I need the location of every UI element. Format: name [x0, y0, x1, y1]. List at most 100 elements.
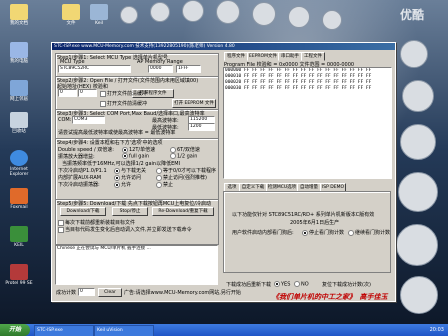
- radio-osc-allow[interactable]: 允许: [114, 181, 131, 188]
- clear-buffer-check-2[interactable]: 打开文件前清缓冲: [100, 100, 147, 107]
- video-overlay-text: 《我们单片机的中工之家》 高手佳玉: [272, 293, 388, 301]
- ad-text[interactable]: 广告:请选择www.MCU-Memory.com网站,另行开始: [124, 289, 241, 296]
- background-disc: [150, 2, 170, 22]
- radio-no[interactable]: NO: [294, 281, 309, 288]
- range-end-field[interactable]: 1FFF: [176, 65, 201, 73]
- range-start-field[interactable]: 0000: [148, 65, 173, 73]
- radio-p10-zero[interactable]: 等于0/0才可以下载程序: [156, 167, 216, 174]
- desktop-icon-keil[interactable]: KEIL: [4, 226, 34, 248]
- clear-button[interactable]: Clear: [98, 288, 122, 297]
- baud-note: 请尝试提高最低波特率或使最高波特率 = 最低波特率: [58, 130, 176, 136]
- keil-icon: [10, 226, 28, 242]
- background-disc: [398, 172, 438, 212]
- oscillator-label: 下次冷启动振荡器:: [58, 182, 100, 188]
- documents-folder-icon: [10, 4, 28, 20]
- reset-count-label: 复位下载成功计数(次): [322, 282, 371, 288]
- clock: 20:03: [429, 327, 444, 333]
- radio-aux-allow[interactable]: 允许访问: [114, 174, 141, 181]
- stc-isp-window: STC-ISP.exe www.MCU-Memory.com 技术支持(1392…: [51, 42, 396, 302]
- clock-gain-label: 振荡放大器增益:: [58, 154, 95, 160]
- step5-heading: Step5/步骤5: Download/下载 先点下载按钮再MCU上电复位/冷启…: [57, 201, 211, 207]
- radio-p10-any[interactable]: 与下载无关: [114, 167, 146, 174]
- background-disc: [400, 40, 428, 68]
- p10-label: 下次冷启动P1.0/P1.1: [58, 168, 107, 174]
- background-disc: [400, 276, 438, 314]
- tab-project-file[interactable]: 工程文件: [301, 52, 325, 61]
- clear-buffer-check-1[interactable]: 打开文件前清缓冲: [100, 90, 147, 97]
- taskbar: 开始 STC-ISP.exe Keil uVision 20:03: [0, 324, 448, 336]
- tab-program-file[interactable]: 程序文件: [224, 52, 248, 61]
- computer-icon: [10, 42, 28, 58]
- adv-line1: 以下功能仅针对 STC89C51RC/RD+ 系列单片机新版本C版有效: [232, 212, 375, 218]
- auto-send-check[interactable]: 当目标代码发生变化后自动调入文件,并立即发送下载命令: [58, 226, 192, 233]
- desktop-icon-my-documents[interactable]: 我的文档: [4, 4, 34, 26]
- log-line: Chinese 正在尝试与 MCU/单片机 握手连接 ...: [57, 246, 151, 251]
- desktop-icon-protel[interactable]: Protel 99 SE: [4, 264, 34, 286]
- desktop-icon-ie[interactable]: Internet Explorer: [4, 150, 34, 177]
- radio-osc-deny[interactable]: 禁止: [156, 181, 173, 188]
- background-disc: [402, 80, 434, 112]
- radio-wdt-continue[interactable]: 继续看门狗计数: [348, 229, 390, 236]
- background-disc: [182, 0, 204, 22]
- stop-button[interactable]: Stop/停止: [112, 207, 148, 216]
- adv-line2: 2005年6月1日后生产: [290, 220, 340, 226]
- double-speed-label: Double speed / 双倍速:: [58, 147, 114, 153]
- background-disc: [216, 0, 240, 24]
- internet-explorer-icon: [10, 150, 28, 166]
- download-button[interactable]: Download/下载: [60, 207, 106, 216]
- network-icon: [10, 80, 28, 96]
- min-baud-select[interactable]: 1200: [188, 123, 215, 131]
- video-watermark: 优酷: [400, 8, 425, 22]
- start-button[interactable]: 开始: [0, 324, 30, 336]
- desktop: 优酷 文件 Keil 我的文档 我的电脑 网上邻居 回收站 Internet E…: [0, 0, 448, 336]
- success-count-field: 0: [78, 288, 95, 296]
- tab-eeprom-file[interactable]: EEPROM文件: [247, 52, 279, 61]
- app-icon: [90, 4, 108, 20]
- hex-row: 000030 FF FF FF FF FF FF FF FF FF FF FF …: [225, 86, 372, 91]
- radio-6t[interactable]: 6T/双倍速: [170, 146, 200, 153]
- redownload-button[interactable]: Re-Download/重复下载: [152, 207, 214, 216]
- background-disc: [400, 124, 436, 160]
- radio-half-gain[interactable]: 1/2 gain: [170, 153, 197, 160]
- radio-12t[interactable]: 12T/单倍速: [122, 146, 155, 153]
- aux-ram-label: 内部扩展AUX-RAM: [58, 175, 102, 181]
- mail-icon: [10, 188, 28, 204]
- reload-check[interactable]: 每次下载前都重新装载目标文件: [58, 219, 135, 226]
- background-disc: [288, 6, 310, 28]
- radio-yes[interactable]: YES: [274, 281, 290, 288]
- checksum-field[interactable]: 0: [78, 89, 97, 97]
- log-output[interactable]: Chinese 正在尝试与 MCU/单片机 握手连接 ...: [55, 245, 218, 285]
- mcu-type-select[interactable]: STC89C52RC: [58, 65, 131, 73]
- clock-note: 当振荡频率低于16MHz,可以选择1/2 gain以降低EMI: [62, 161, 181, 167]
- reset-label: 下载成功后重新下载: [226, 282, 272, 288]
- hex-view[interactable]: 000000 FF FF FF FF FF FF FF FF FF FF FF …: [223, 67, 392, 179]
- recycle-bin-icon: [10, 112, 28, 128]
- success-count-label: 成功计数: [56, 290, 77, 296]
- start-addr-field[interactable]: 0: [58, 89, 77, 97]
- window-title[interactable]: STC-ISP.exe www.MCU-Memory.com 技术支持(1392…: [52, 43, 395, 50]
- desktop-icon-recycle-bin[interactable]: 回收站: [4, 112, 34, 134]
- taskbar-button[interactable]: Keil uVision: [94, 325, 154, 336]
- adv-line3: 用户软件启动内部看门狗后:: [232, 230, 294, 236]
- background-disc: [252, 2, 276, 26]
- desktop-icon-network[interactable]: 网上邻居: [4, 80, 34, 102]
- tab-serial-helper[interactable]: 串口助手: [278, 52, 302, 61]
- com-port-select[interactable]: COM3: [72, 116, 105, 124]
- radio-wdt-stop[interactable]: 停止看门狗计数: [302, 229, 344, 236]
- background-disc: [120, 6, 138, 24]
- protel-icon: [10, 264, 28, 280]
- max-baud-label: 最高波特率:: [152, 118, 179, 124]
- taskbar-button[interactable]: STC-ISP.exe: [34, 325, 94, 336]
- step4-heading: Step4/步骤4: 设置本框和右下方'选项'中的选项: [57, 140, 163, 146]
- radio-aux-deny[interactable]: 禁止访问(强烈推荐): [156, 174, 207, 181]
- background-disc: [322, 10, 342, 30]
- desktop-icon-my-computer[interactable]: 我的电脑: [4, 42, 34, 64]
- background-disc: [396, 224, 438, 266]
- radio-full-gain[interactable]: full gain: [122, 153, 149, 160]
- desktop-icon-foxmail[interactable]: Foxmail: [4, 188, 34, 210]
- com-label: COM:: [58, 117, 72, 123]
- desktop-icon-keil[interactable]: Keil: [84, 4, 114, 26]
- desktop-icon-file[interactable]: 文件: [56, 4, 86, 26]
- folder-icon: [62, 4, 80, 20]
- open-eeprom-button[interactable]: 打开 EEPROM 文件: [172, 99, 216, 108]
